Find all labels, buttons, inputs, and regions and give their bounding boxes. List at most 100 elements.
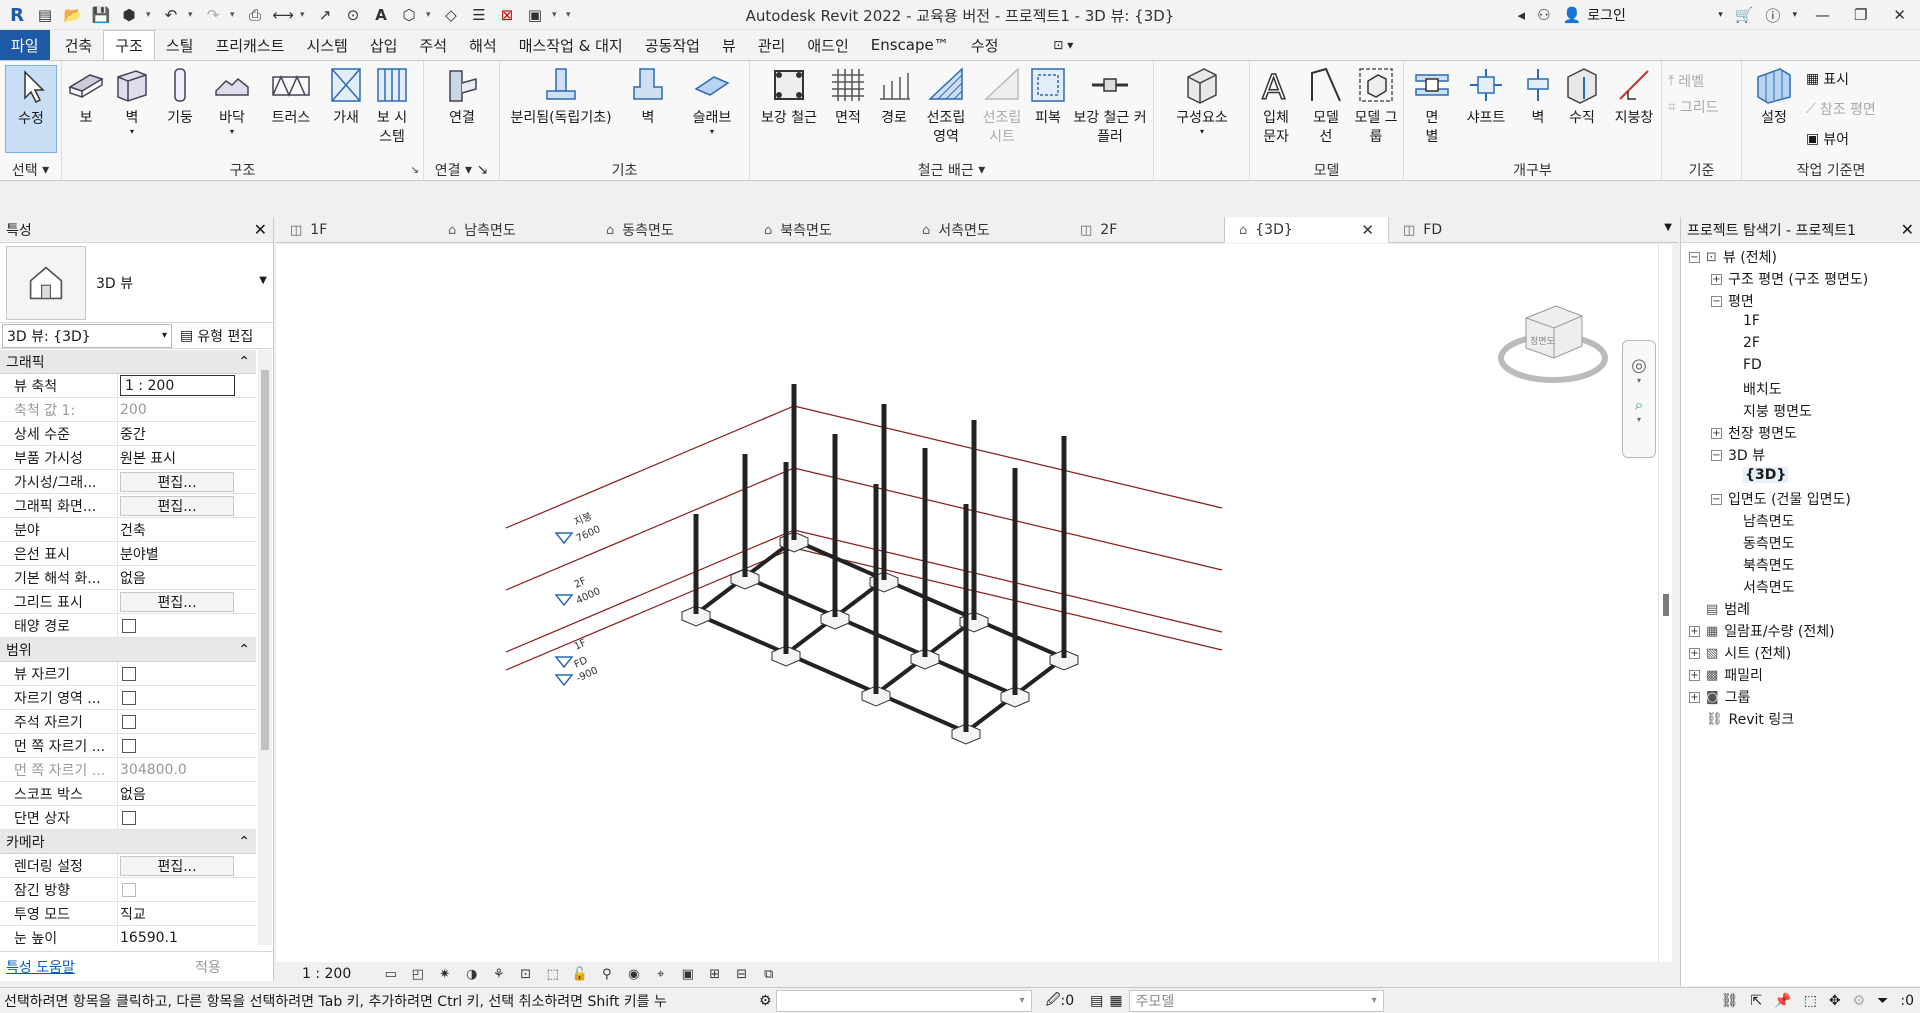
home-icon[interactable]: ▤ [34,4,56,26]
browser-node[interactable]: 동측면도 [1743,533,1795,553]
expand-icon[interactable]: + [1689,647,1700,659]
user-icon[interactable]: 👤 [1557,6,1588,24]
view-tab-north[interactable]: ⌂ 북측면도 [750,217,908,243]
design-options-sub-icon[interactable]: ▦ [1109,993,1122,1009]
chevron-down-icon[interactable]: ▾ [1786,10,1803,20]
tab-architecture[interactable]: 건축 [54,30,104,60]
editing-requests-icon[interactable]: 🖉 [1046,989,1061,1013]
chevron-down-icon[interactable]: ▼ [259,275,267,286]
tab-analyze[interactable]: 해석 [458,30,508,60]
temp-hide-icon[interactable]: ⚲ [593,967,620,982]
select-by-face-icon[interactable]: ⬚ [1804,993,1817,1009]
reveal-constraints-icon[interactable]: ⧉ [755,967,782,982]
save-icon[interactable]: 💾 [90,4,112,26]
print-icon[interactable]: ⎙ [244,4,266,26]
tab-systems[interactable]: 시스템 [295,30,358,60]
view-tab-west[interactable]: ⌂ 서측면도 [908,217,1066,243]
tag-icon[interactable]: ⊙ [342,4,364,26]
scrollbar-thumb[interactable] [261,370,269,750]
tab-massing-site[interactable]: 매스작업 & 대지 [508,30,634,60]
apply-button[interactable]: 적용 [148,957,268,977]
properties-help-link[interactable]: 특성 도움말 [6,957,75,977]
cover-button[interactable]: 피복 [1028,65,1068,128]
tab-overflow-icon[interactable]: ▼ [1664,222,1672,233]
rebar-button[interactable]: 보강 철근 [754,65,824,128]
property-checkbox[interactable] [122,618,136,633]
edit-button[interactable]: 편집... [120,471,234,492]
properties-scrollbar[interactable] [258,350,272,945]
tab-enscape[interactable]: Enscape™ [860,30,960,60]
visual-style-icon[interactable]: ◰ [404,967,431,982]
measure-icon[interactable]: ⟷ [272,4,294,26]
property-value[interactable]: 직교 [120,904,146,924]
browser-node[interactable]: − ⊡ 뷰 (전체) [1689,247,1777,267]
expand-icon[interactable]: + [1689,691,1700,703]
browser-node[interactable]: + ▦ 일람표/수량 (전체) [1689,621,1835,641]
text-icon[interactable]: A [370,4,392,26]
tab-insert[interactable]: 삽입 [359,30,409,60]
browser-node[interactable]: + 천장 평면도 [1711,423,1797,443]
restore-icon[interactable]: ❐ [1842,6,1879,24]
collapse-icon[interactable]: − [1711,493,1722,505]
close-icon[interactable]: ✕ [1361,221,1374,239]
dialog-launcher-icon[interactable]: ↘ [411,165,419,176]
collapse-icon[interactable]: − [1689,251,1700,263]
edit-type-button[interactable]: ▤ 유형 편집 [172,326,273,346]
level-button[interactable]: ⤒ 레벨 [1668,71,1704,91]
tab-addins[interactable]: 애드인 [796,30,859,60]
aligned-dimension-icon[interactable]: ↗ [314,4,336,26]
edit-button[interactable]: 편집... [120,591,234,612]
browser-node[interactable]: + ▩ 패밀리 [1689,665,1763,685]
drag-elements-icon[interactable]: ✥ [1829,993,1841,1009]
browser-node[interactable]: ▤ 범례 [1689,599,1750,619]
type-selector[interactable]: 3D 뷰 ▼ [0,243,273,323]
browser-node[interactable]: + ◙ 그룹 [1689,687,1750,707]
property-group-header[interactable]: 그래픽 ⌃ [0,350,256,374]
shadows-icon[interactable]: ◑ [458,967,485,982]
tab-view[interactable]: 뷰 [711,30,747,60]
steering-wheel-icon[interactable]: ◎ [1623,355,1655,376]
wall-foundation-button[interactable]: 벽 [628,65,668,128]
reveal-hidden-icon[interactable]: ◉ [620,967,647,982]
browser-node[interactable]: 배치도 [1743,379,1782,399]
browser-node[interactable]: − 입면도 (건물 입면도) [1711,489,1851,509]
edit-button[interactable]: 편집... [120,495,234,516]
3d-view-canvas[interactable]: 지붕 7600 2F 4000 1F FD -900 정면도 ◎ ▾ ⌕ ▾ [276,244,1658,962]
property-value[interactable]: 없음 [120,568,146,588]
expand-icon[interactable]: + [1689,625,1700,637]
binoculars-icon[interactable]: ⚇ [1531,6,1556,24]
truss-button[interactable]: 트러스 [268,65,314,128]
close-icon[interactable]: ✕ [1901,220,1914,239]
chevron-down-icon[interactable]: ▾ [1623,415,1655,424]
wall-button[interactable]: 벽 ▾ [112,65,152,136]
chevron-down-icon[interactable]: ▾ [552,10,560,20]
view-tab-1f[interactable]: ◫ 1F [276,217,434,243]
open-icon[interactable]: 📂 [62,4,84,26]
by-face-button[interactable]: 면 별 [1412,65,1452,147]
collapse-icon[interactable]: ⌃ [238,834,250,850]
close-icon[interactable]: ✕ [254,220,267,239]
main-model-combo[interactable]: 주모델 ▾ [1128,989,1384,1012]
view-tab-south[interactable]: ⌂ 남측면도 [434,217,592,243]
browser-node[interactable]: 남측면도 [1743,511,1795,531]
view-tab-fd[interactable]: ◫ FD [1389,217,1547,243]
browser-node[interactable]: FD [1743,357,1762,373]
property-group-header[interactable]: 카메라 ⌃ [0,830,256,854]
redo-icon[interactable]: ↷ [202,4,224,26]
view-scale-input[interactable]: 1 : 200 [120,375,235,396]
view-tab-east[interactable]: ⌂ 동측면도 [592,217,750,243]
property-value[interactable]: 중간 [120,424,146,444]
browser-node[interactable]: 지붕 평면도 [1743,401,1812,421]
switch-windows-icon[interactable]: ▣ [524,4,546,26]
chevron-down-icon[interactable]: ▾ [230,10,238,20]
chevron-down-icon[interactable]: ▾ [1712,10,1729,20]
minimize-icon[interactable]: — [1803,6,1842,24]
beam-button[interactable]: 보 [66,65,106,128]
instance-filter-select[interactable]: 3D 뷰: {3D} ▾ [2,323,172,348]
brace-button[interactable]: 가새 [326,65,366,128]
show-analytical-icon[interactable]: ⊟ [728,967,755,982]
collapse-icon[interactable]: − [1711,449,1722,461]
collapse-icon[interactable]: − [1711,295,1722,307]
model-group-button[interactable]: 모델 그룹 [1352,65,1400,147]
property-checkbox[interactable] [122,810,136,825]
